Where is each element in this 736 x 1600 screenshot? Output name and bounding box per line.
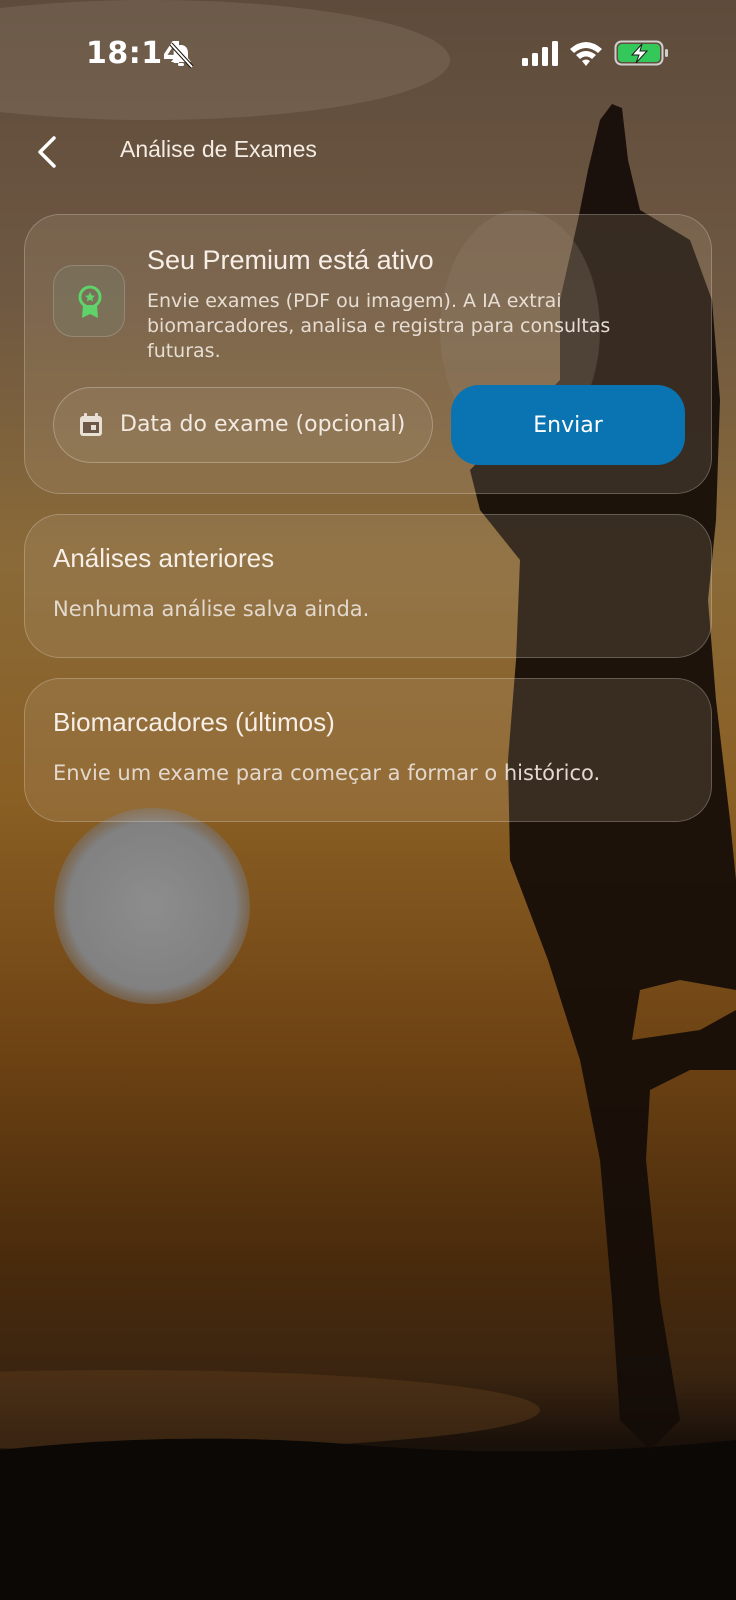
premium-title: Seu Premium está ativo [147, 245, 434, 275]
battery-charging-icon [614, 40, 668, 66]
biomarkers-title: Biomarcadores (últimos) [53, 707, 335, 737]
exam-date-field[interactable]: Data do exame (opcional) [53, 387, 433, 463]
premium-card: Seu Premium está ativo Envie exames (PDF… [24, 214, 712, 494]
cellular-signal-icon [522, 41, 558, 66]
previous-analyses-title: Análises anteriores [53, 543, 275, 573]
bell-off-icon [169, 42, 194, 69]
status-bar: 18:14 [0, 0, 736, 100]
send-button[interactable]: Enviar [451, 385, 685, 465]
app-header: Análise de Exames [0, 120, 736, 184]
biomarkers-card: Biomarcadores (últimos) Envie um exame p… [24, 678, 712, 822]
back-button[interactable] [30, 130, 70, 174]
calendar-icon [80, 413, 102, 436]
previous-analyses-card: Análises anteriores Nenhuma análise salv… [24, 514, 712, 658]
wifi-icon [570, 42, 602, 66]
chevron-left-icon [38, 136, 56, 168]
exam-date-placeholder: Data do exame (opcional) [120, 412, 406, 437]
premium-icon-box [53, 265, 125, 337]
premium-description: Envie exames (PDF ou imagem). A IA extra… [147, 290, 611, 362]
previous-analyses-empty-text: Nenhuma análise salva ainda. [53, 597, 370, 621]
page-title: Análise de Exames [120, 136, 317, 162]
biomarkers-empty-text: Envie um exame para começar a formar o h… [53, 761, 601, 785]
award-badge-icon [78, 285, 102, 318]
